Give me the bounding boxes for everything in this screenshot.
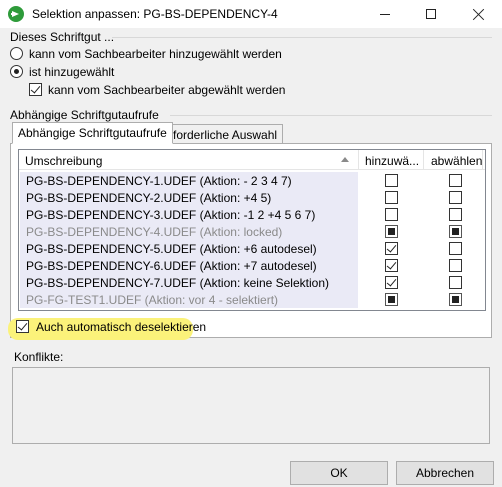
list-item-name: PG-BS-DEPENDENCY-2.UDEF (Aktion: +4 5)	[20, 189, 358, 206]
remove-checkbox	[449, 225, 462, 238]
remove-checkbox[interactable]	[449, 191, 462, 204]
radio-can-add[interactable]	[10, 47, 23, 60]
add-checkbox[interactable]	[385, 174, 398, 187]
remove-checkbox	[449, 293, 462, 306]
group-divider	[112, 37, 492, 38]
list-item-name: PG-BS-DEPENDENCY-5.UDEF (Aktion: +6 auto…	[20, 240, 358, 257]
list-item-name: PG-BS-DEPENDENCY-6.UDEF (Aktion: +7 auto…	[20, 257, 358, 274]
radio-is-added-label[interactable]: ist hinzugewählt	[29, 65, 114, 79]
remove-checkbox[interactable]	[449, 259, 462, 272]
list-item[interactable]: PG-BS-DEPENDENCY-1.UDEF (Aktion: - 2 3 4…	[20, 172, 485, 189]
auto-deselect-label[interactable]: Auch automatisch deselektieren	[36, 320, 206, 334]
column-header-description[interactable]: Umschreibung	[25, 150, 102, 170]
sort-ascending-icon	[341, 157, 349, 162]
list-header: Umschreibung hinzuwä... abwählen	[19, 150, 485, 170]
tab-required-selection[interactable]: Erforderliche Auswahl	[155, 124, 284, 144]
group-divider	[170, 115, 492, 116]
conflicts-label: Konflikte:	[14, 350, 64, 364]
list-item-name: PG-BS-DEPENDENCY-7.UDEF (Aktion: keine S…	[20, 274, 358, 291]
cancel-button[interactable]: Abbrechen	[396, 461, 494, 485]
minimize-icon	[380, 13, 390, 15]
close-button[interactable]	[456, 0, 502, 28]
window-title: Selektion anpassen: PG-BS-DEPENDENCY-4	[32, 7, 278, 21]
column-header-remove[interactable]: abwählen	[431, 150, 482, 170]
column-header-add[interactable]: hinzuwä...	[365, 150, 419, 170]
list-item[interactable]: PG-BS-DEPENDENCY-7.UDEF (Aktion: keine S…	[20, 274, 485, 291]
group-label-schriftgut: Dieses Schriftgut ...	[10, 30, 115, 44]
ok-button[interactable]: OK	[290, 461, 388, 485]
add-checkbox[interactable]	[385, 208, 398, 221]
list-item[interactable]: PG-BS-DEPENDENCY-3.UDEF (Aktion: -1 2 +4…	[20, 206, 485, 223]
list-item-name: PG-BS-DEPENDENCY-1.UDEF (Aktion: - 2 3 4…	[20, 172, 358, 189]
dependency-list[interactable]: Umschreibung hinzuwä... abwählen PG-BS-D…	[18, 149, 486, 311]
tab-dependent-calls[interactable]: Abhängige Schriftgutaufrufe	[12, 122, 173, 144]
minimize-button[interactable]	[362, 0, 408, 28]
maximize-icon	[426, 9, 436, 19]
list-item[interactable]: PG-BS-DEPENDENCY-4.UDEF (Aktion: locked)	[20, 223, 485, 240]
column-separator[interactable]	[358, 150, 359, 170]
remove-checkbox[interactable]	[449, 174, 462, 187]
add-checkbox	[385, 225, 398, 238]
add-checkbox[interactable]	[385, 191, 398, 204]
remove-checkbox[interactable]	[449, 208, 462, 221]
list-item-name: PG-FG-TEST1.UDEF (Aktion: vor 4 - selekt…	[20, 291, 358, 308]
radio-is-added[interactable]	[10, 65, 23, 78]
column-separator[interactable]	[423, 150, 424, 170]
add-checkbox[interactable]	[385, 259, 398, 272]
radio-can-add-label[interactable]: kann vom Sachbearbeiter hinzugewählt wer…	[29, 47, 282, 61]
list-item-name: PG-BS-DEPENDENCY-4.UDEF (Aktion: locked)	[20, 223, 358, 240]
add-checkbox	[385, 293, 398, 306]
conflicts-textbox[interactable]	[12, 367, 490, 444]
remove-checkbox[interactable]	[449, 242, 462, 255]
title-bar: Selektion anpassen: PG-BS-DEPENDENCY-4	[0, 0, 502, 28]
auto-deselect-checkbox[interactable]	[16, 320, 29, 333]
close-icon	[473, 8, 485, 20]
group-label-dependencies: Abhängige Schriftgutaufrufe	[10, 108, 159, 122]
list-item[interactable]: PG-BS-DEPENDENCY-5.UDEF (Aktion: +6 auto…	[20, 240, 485, 257]
maximize-button[interactable]	[408, 0, 454, 28]
can-deselect-label[interactable]: kann vom Sachbearbeiter abgewählt werden	[48, 83, 285, 97]
green-arrow-icon	[8, 6, 24, 22]
list-item-name: PG-BS-DEPENDENCY-3.UDEF (Aktion: -1 2 +4…	[20, 206, 358, 223]
list-item[interactable]: PG-BS-DEPENDENCY-2.UDEF (Aktion: +4 5)	[20, 189, 485, 206]
add-checkbox[interactable]	[385, 242, 398, 255]
can-deselect-checkbox[interactable]	[29, 83, 42, 96]
add-checkbox[interactable]	[385, 276, 398, 289]
column-separator[interactable]	[482, 150, 483, 170]
list-item[interactable]: PG-BS-DEPENDENCY-6.UDEF (Aktion: +7 auto…	[20, 257, 485, 274]
remove-checkbox[interactable]	[449, 276, 462, 289]
list-item[interactable]: PG-FG-TEST1.UDEF (Aktion: vor 4 - selekt…	[20, 291, 485, 308]
